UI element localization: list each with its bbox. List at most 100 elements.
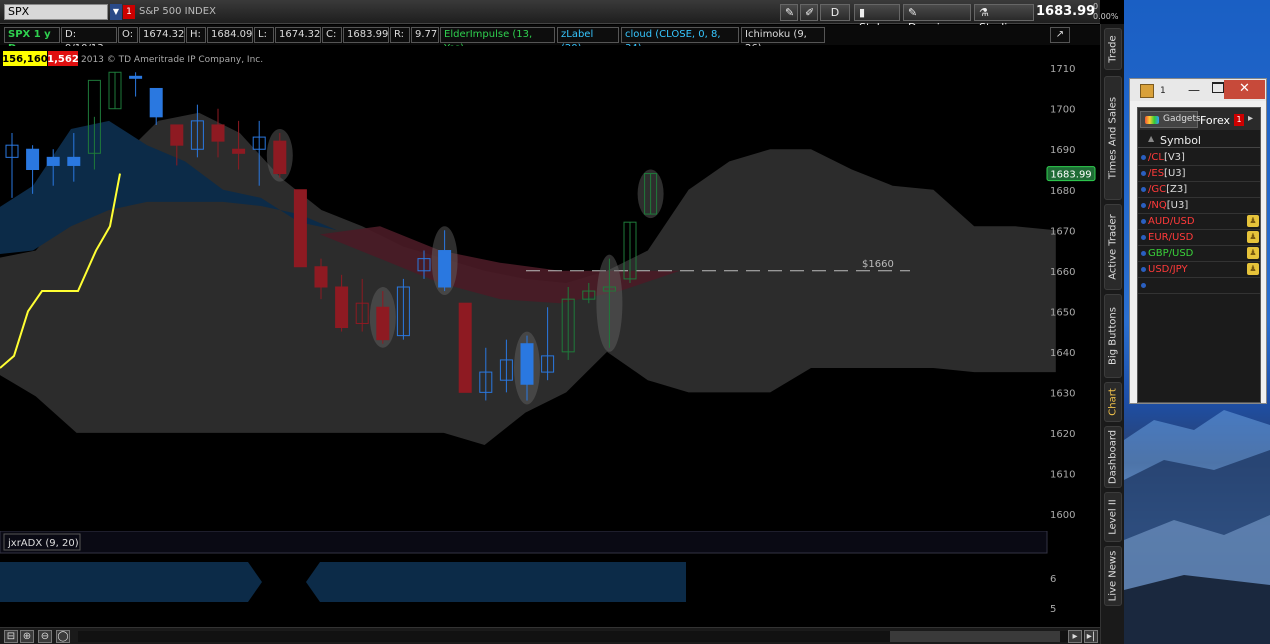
y-axis-tick-label: 1650 <box>1050 307 1075 318</box>
row-status-icon <box>1141 155 1146 160</box>
y-axis-tick-label: 1690 <box>1050 145 1075 156</box>
gadgets-icon <box>1145 116 1159 124</box>
link-group-badge[interactable]: 1 <box>123 5 135 19</box>
study-ichimoku[interactable]: Ichimoku (9, 26) <box>741 27 825 54</box>
side-tab-active-trader[interactable]: Active Trader <box>1104 204 1122 290</box>
side-tab-big-buttons[interactable]: Big Buttons <box>1104 294 1122 378</box>
gadget-panel: Gadgets Forex 1 ▸ ▲ Symbol /CL[V3]/ES[U3… <box>1137 107 1261 403</box>
y-axis-tick-label: 1640 <box>1050 348 1075 359</box>
candle-9-6 <box>596 254 623 352</box>
window-number: 1 <box>1160 86 1166 96</box>
symbol-dropdown-icon[interactable]: ▼ <box>110 4 122 20</box>
low-value: 1674.32 <box>275 27 321 43</box>
maximize-button[interactable] <box>1212 82 1224 93</box>
news-icon[interactable]: ♟ <box>1247 247 1259 259</box>
symbol-description: S&P 500 INDEX <box>139 6 216 17</box>
zoom-fit-icon[interactable]: ⊖ <box>38 630 52 643</box>
symbol-root: /ES <box>1148 168 1165 179</box>
watchlist-row[interactable]: AUD/USD ♟ <box>1138 214 1260 230</box>
y-axis-tick-label: 1710 <box>1050 64 1075 75</box>
candle-body <box>67 156 81 166</box>
side-tab-trade[interactable]: Trade <box>1104 28 1122 70</box>
lower-header <box>0 531 1048 554</box>
candle-icon: ▮ <box>859 6 866 19</box>
price-chart[interactable]: 1710 1700 1690 1680 1670 1660 1650 1640 1630 1620… <box>0 46 1100 526</box>
close-button[interactable]: ✕ <box>1224 80 1265 99</box>
gadget-titlebar[interactable]: 1 — ✕ <box>1130 79 1266 101</box>
minimize-button[interactable]: — <box>1188 83 1202 97</box>
watchlist-row[interactable] <box>1138 278 1260 294</box>
candle-body <box>314 266 328 288</box>
chart-scroll-thumb[interactable] <box>890 631 1060 642</box>
watchlist-row[interactable]: USD/JPY ♟ <box>1138 262 1260 278</box>
news-icon[interactable]: ♟ <box>1247 215 1259 227</box>
row-symbol: AUD/USD <box>1148 214 1195 229</box>
symbol-root: USD/JPY <box>1148 264 1188 275</box>
watchlist-header[interactable]: ▲ Symbol <box>1138 132 1260 148</box>
side-tab-level-ii[interactable]: Level II <box>1104 492 1122 542</box>
symbol-contract: [Z3] <box>1166 184 1188 195</box>
copyright-text: 2013 © TD Ameritrade IP Company, Inc. <box>81 55 263 65</box>
row-status-icon <box>1141 251 1146 256</box>
chart-settings-icon[interactable]: ↗ <box>1050 27 1070 43</box>
scroll-right-icon[interactable]: ▸ <box>1068 630 1082 643</box>
zoom-reset-icon[interactable]: ◯ <box>56 630 70 643</box>
watchlist-row[interactable]: EUR/USD ♟ <box>1138 230 1260 246</box>
candle-8-21 <box>369 287 396 348</box>
watchlist-row[interactable]: /CL[V3] <box>1138 150 1260 166</box>
side-tab-times-and-sales[interactable]: Times And Sales <box>1104 76 1122 200</box>
drawings-icon: ✎ <box>908 6 918 19</box>
close-label: C: <box>322 27 342 43</box>
drawing-tools-icon[interactable]: ✎ <box>780 4 798 21</box>
tab-gadgets[interactable]: Gadgets <box>1140 111 1201 128</box>
watchlist-row[interactable]: /ES[U3] <box>1138 166 1260 182</box>
row-symbol: /NQ[U3] <box>1148 198 1188 213</box>
study-elder-impulse[interactable]: ElderImpulse (13, Yes) <box>440 27 555 54</box>
scroll-end-icon[interactable]: ▸| <box>1084 630 1098 643</box>
close-value: 1683.99 <box>343 27 389 43</box>
lower-axis-label: 5 <box>1050 604 1056 615</box>
style-button[interactable]: ▮ Style <box>854 4 900 34</box>
forex-link-badge[interactable]: 1 <box>1234 114 1244 126</box>
candle-body <box>211 124 225 142</box>
studies-button[interactable]: ⚗ Studies <box>974 4 1034 34</box>
candle-body <box>520 343 534 385</box>
candle-body <box>273 140 287 175</box>
side-tab-dashboard[interactable]: Dashboard <box>1104 426 1122 488</box>
drawings-button[interactable]: ✎ Drawings <box>903 4 971 34</box>
studies-icon: ⚗ <box>979 6 989 19</box>
candle-8-27 <box>458 302 472 393</box>
price-level-label: $1660 <box>862 259 894 270</box>
study-cloud[interactable]: cloud (CLOSE, 0, 8, 34) <box>621 27 739 54</box>
watchlist-row[interactable]: GBP/USD ♟ <box>1138 246 1260 262</box>
range-value: 9.77 <box>411 27 439 43</box>
volume-badge-label: 156,160 <box>2 54 48 65</box>
adx-study-pane: jxrADX (9, 20) 6 5 <box>0 531 1100 627</box>
tab-forex[interactable]: Forex <box>1200 114 1230 127</box>
row-status-icon <box>1141 235 1146 240</box>
pencil-icon[interactable]: ✐ <box>800 4 818 21</box>
menu-arrow-icon[interactable]: ▸ <box>1248 113 1253 124</box>
watchlist-row[interactable]: /GC[Z3] <box>1138 182 1260 198</box>
zoom-in-icon[interactable]: ⊕ <box>20 630 34 643</box>
adx-band-right <box>306 562 686 602</box>
symbol-input[interactable]: SPX <box>4 4 108 20</box>
zoom-out-icon[interactable]: ⊟ <box>4 630 18 643</box>
symbol-root: /GC <box>1148 184 1167 195</box>
side-tab-chart[interactable]: Chart <box>1104 382 1122 422</box>
symbol-root: AUD/USD <box>1148 216 1195 227</box>
y-axis-tick-label: 1680 <box>1050 186 1075 197</box>
watchlist-row[interactable]: /NQ[U3] <box>1138 198 1260 214</box>
aggregation-button[interactable]: D <box>820 4 850 21</box>
last-price: 1683.99 <box>1036 4 1096 19</box>
candle-body <box>26 148 40 170</box>
news-icon[interactable]: ♟ <box>1247 263 1259 275</box>
side-tab-label: Chart <box>1107 388 1119 416</box>
study-zlabel[interactable]: zLabel (20) <box>557 27 619 54</box>
news-icon[interactable]: ♟ <box>1247 231 1259 243</box>
wallpaper-image <box>1124 410 1270 644</box>
side-tab-live-news[interactable]: Live News <box>1104 546 1122 606</box>
gadget-tabs: Gadgets Forex 1 ▸ <box>1138 108 1260 130</box>
range-label: R: <box>390 27 410 43</box>
symbol-period[interactable]: SPX 1 y D <box>4 27 60 54</box>
